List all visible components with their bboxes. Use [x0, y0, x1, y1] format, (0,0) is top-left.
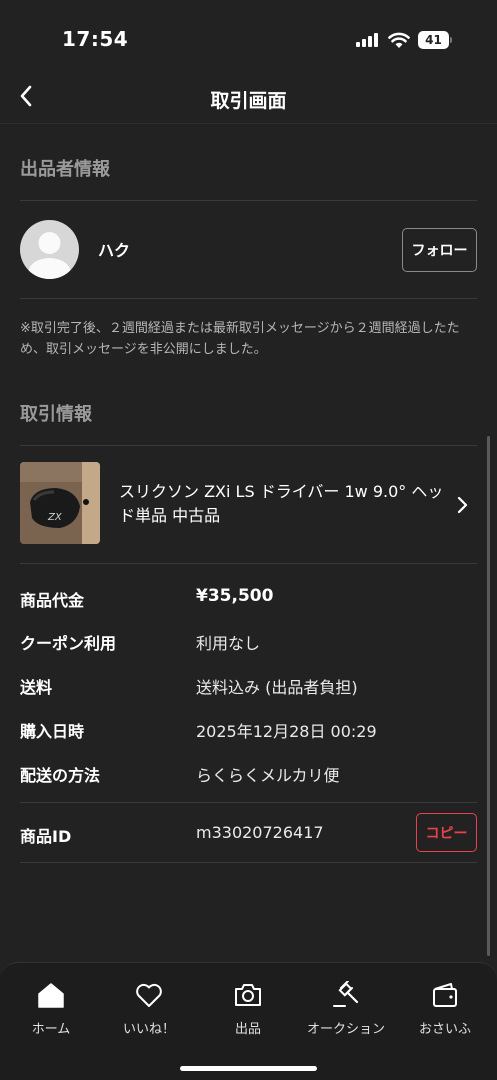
cellular-signal-icon	[356, 33, 380, 47]
tab-home-label: ホーム	[31, 1022, 71, 1037]
divider	[20, 200, 477, 201]
price-value: ¥35,500	[196, 586, 274, 606]
navigation-bar: 取引画面	[0, 72, 497, 124]
divider	[20, 563, 477, 564]
purchase-date-label: 購入日時	[20, 722, 85, 741]
status-time: 17:54	[62, 27, 129, 51]
copy-button[interactable]: コピー	[416, 813, 477, 852]
tab-bar: ホーム いいね！ 出品 オークション おさいふ	[0, 962, 497, 1080]
divider	[20, 445, 477, 446]
gavel-icon	[333, 981, 359, 1007]
shipping-method-label: 配送の方法	[20, 766, 101, 785]
battery-level: 41	[418, 31, 449, 49]
tab-home[interactable]: ホーム	[1, 981, 101, 1041]
divider	[20, 802, 477, 803]
scrollbar[interactable]	[487, 436, 490, 956]
coupon-value: 利用なし	[196, 634, 261, 653]
tab-likes[interactable]: いいね！	[99, 981, 199, 1041]
shipping-fee-label: 送料	[20, 678, 53, 697]
tab-sell-label: 出品	[234, 1022, 261, 1037]
home-icon	[38, 983, 64, 1008]
shipping-fee-value: 送料込み (出品者負担)	[196, 678, 358, 697]
tab-sell[interactable]: 出品	[198, 981, 298, 1041]
seller-name[interactable]: ハク	[98, 237, 130, 261]
product-row[interactable]: ZX スリクソン ZXi LS ドライバー 1w 9.0° ヘッド単品 中古品	[20, 462, 480, 548]
page-title: 取引画面	[210, 90, 287, 112]
purchase-date-value: 2025年12月28日 00:29	[196, 722, 377, 741]
heart-icon	[136, 983, 162, 1007]
shipping-method-value: らくらくメルカリ便	[196, 766, 340, 785]
chevron-right-icon	[457, 496, 468, 514]
notice-text: ※取引完了後、２週間経過または最新取引メッセージから２週間経過したため、取引メッ…	[20, 321, 460, 357]
camera-icon	[235, 984, 261, 1006]
divider	[20, 298, 477, 299]
tab-auction-label: オークション	[306, 1022, 385, 1037]
tab-likes-label: いいね！	[122, 1022, 175, 1037]
wallet-icon	[433, 983, 457, 1007]
trade-section-header: 取引情報	[20, 404, 92, 425]
status-bar: 17:54 41	[0, 0, 497, 70]
svg-text:ZX: ZX	[47, 512, 63, 523]
price-label: 商品代金	[20, 591, 85, 610]
seller-section-header: 出品者情報	[20, 159, 110, 180]
product-thumbnail: ZX	[20, 462, 100, 544]
divider	[20, 862, 477, 863]
avatar-placeholder-icon	[28, 232, 71, 279]
product-title: スリクソン ZXi LS ドライバー 1w 9.0° ヘッド単品 中古品	[119, 482, 444, 525]
avatar[interactable]	[20, 220, 79, 279]
tab-auction[interactable]: オークション	[296, 981, 396, 1041]
coupon-label: クーポン利用	[20, 634, 117, 653]
item-id-value: m33020726417	[196, 823, 324, 842]
item-id-label: 商品ID	[20, 827, 72, 846]
battery-icon: 41	[418, 31, 452, 49]
wifi-icon	[388, 32, 410, 48]
follow-button[interactable]: フォロー	[402, 228, 477, 272]
home-indicator	[180, 1066, 317, 1071]
tab-wallet-label: おさいふ	[418, 1022, 471, 1037]
tab-wallet[interactable]: おさいふ	[395, 981, 495, 1041]
